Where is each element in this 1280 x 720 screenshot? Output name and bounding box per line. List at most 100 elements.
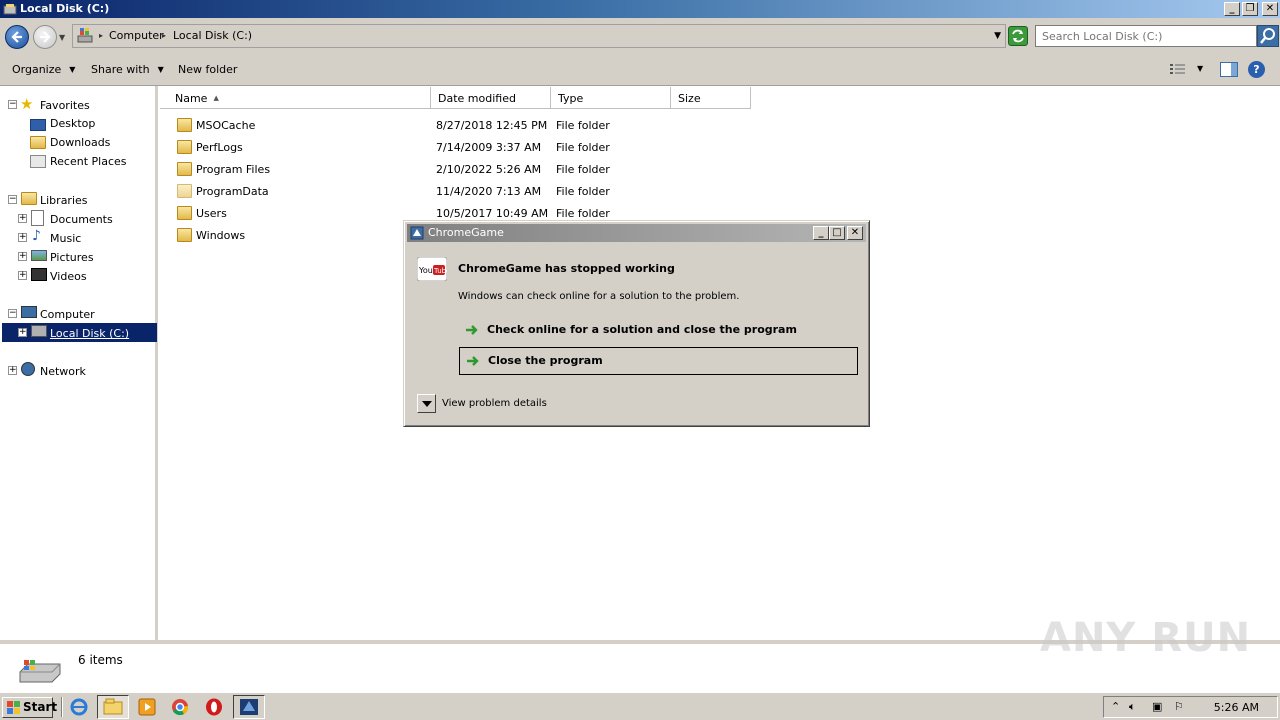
file-type: File folder <box>556 163 610 176</box>
change-view-icon[interactable] <box>1170 63 1186 75</box>
window-titlebar[interactable]: Local Disk (C:) _ ❐ ✕ <box>0 0 1280 18</box>
dialog-heading: ChromeGame has stopped working <box>458 262 675 275</box>
downloads-folder-icon <box>30 136 46 149</box>
search-field[interactable] <box>1035 25 1257 47</box>
address-bar[interactable]: ▸ Computer ▸ Local Disk (C:) ▼ <box>72 24 1006 48</box>
internet-explorer-icon[interactable] <box>68 697 90 717</box>
file-name: Users <box>196 207 227 220</box>
folder-icon <box>177 206 192 220</box>
recent-pages-dropdown[interactable]: ▼ <box>59 33 65 42</box>
column-header-date[interactable]: Date modified <box>431 87 551 109</box>
libraries-icon <box>21 192 37 205</box>
expand-icon[interactable]: + <box>18 252 27 261</box>
expand-icon[interactable]: + <box>18 233 27 242</box>
help-icon[interactable]: ? <box>1248 61 1265 78</box>
dialog-minimize-button[interactable]: _ <box>813 226 829 240</box>
search-button[interactable] <box>1257 25 1279 47</box>
breadcrumb-arrow-icon[interactable]: ▸ <box>99 31 103 40</box>
green-arrow-icon <box>466 325 478 335</box>
folder-icon <box>177 162 192 176</box>
back-button[interactable] <box>5 25 29 49</box>
address-dropdown-icon[interactable]: ▼ <box>994 31 1001 41</box>
nav-label: Favorites <box>40 99 90 112</box>
search-input[interactable] <box>1036 26 1256 46</box>
media-player-icon[interactable] <box>136 697 158 717</box>
file-row[interactable]: Program Files 2/10/2022 5:26 AM File fol… <box>172 159 672 181</box>
nav-recent-places[interactable]: Recent Places <box>30 152 127 171</box>
expand-icon[interactable]: + <box>18 271 27 280</box>
dialog-titlebar[interactable]: ChromeGame _ □ ✕ <box>407 224 866 242</box>
restore-button[interactable]: ❐ <box>1242 2 1258 16</box>
action-center-flag-icon[interactable]: ⚐ <box>1174 700 1184 713</box>
expand-icon[interactable]: + <box>18 328 27 337</box>
expand-icon[interactable]: + <box>8 366 17 375</box>
file-row[interactable]: ProgramData 11/4/2020 7:13 AM File folde… <box>172 181 672 203</box>
taskbar-chromegame-button[interactable] <box>233 695 265 719</box>
address-toolbar: ▼ ▸ Computer ▸ Local Disk (C:) ▼ <box>0 18 1280 54</box>
nav-label: Recent Places <box>50 155 127 168</box>
column-header-size[interactable]: Size <box>671 87 751 109</box>
refresh-button[interactable] <box>1008 26 1028 46</box>
breadcrumb-local-disk[interactable]: Local Disk (C:) <box>173 29 252 42</box>
nav-downloads[interactable]: Downloads <box>30 133 110 152</box>
desktop-icon <box>30 118 46 131</box>
close-button[interactable]: ✕ <box>1262 2 1278 16</box>
forward-button[interactable] <box>33 25 57 49</box>
close-program-button[interactable]: Close the program <box>459 347 858 375</box>
file-date: 7/14/2009 3:37 AM <box>436 141 542 154</box>
view-details-label[interactable]: View problem details <box>442 398 547 409</box>
opera-icon[interactable] <box>203 697 225 717</box>
view-options-dropdown-icon[interactable]: ▼ <box>1197 64 1203 73</box>
show-hidden-icons-icon[interactable]: ⌃ <box>1111 700 1120 713</box>
file-date: 10/5/2017 10:49 AM <box>436 207 549 220</box>
navigation-pane: − ★ Favorites Desktop Downloads Recent P… <box>0 86 158 640</box>
nav-desktop[interactable]: Desktop <box>30 114 95 133</box>
column-header-type[interactable]: Type <box>551 87 671 109</box>
column-header-name[interactable]: Name ▲ <box>160 87 431 109</box>
organize-label: Organize <box>12 63 62 76</box>
check-online-button[interactable]: Check online for a solution and close th… <box>459 317 858 345</box>
nav-label: Network <box>40 365 86 378</box>
collapse-icon[interactable]: − <box>8 195 17 204</box>
expand-icon[interactable]: + <box>18 214 27 223</box>
folder-icon <box>177 140 192 154</box>
chevron-down-icon: ▼ <box>69 65 76 74</box>
start-label: Start <box>23 700 58 714</box>
file-row[interactable]: MSOCache 8/27/2018 12:45 PM File folder <box>172 115 672 137</box>
folder-icon <box>177 184 192 198</box>
minimize-button[interactable]: _ <box>1224 2 1240 16</box>
chrome-icon[interactable] <box>169 697 191 717</box>
organize-menu[interactable]: Organize ▼ <box>12 63 75 76</box>
volume-icon[interactable]: 🔈︎ <box>1129 700 1136 714</box>
pictures-icon <box>31 250 47 261</box>
close-program-label: Close the program <box>488 354 603 367</box>
nav-label: Desktop <box>50 117 96 130</box>
share-with-label: Share with <box>91 63 150 76</box>
dialog-close-button[interactable]: ✕ <box>847 226 863 240</box>
file-row[interactable]: PerfLogs 7/14/2009 3:37 AM File folder <box>172 137 672 159</box>
taskbar-explorer-button[interactable] <box>97 695 129 719</box>
preview-pane-icon[interactable] <box>1220 62 1238 77</box>
breadcrumb-computer[interactable]: Computer <box>109 29 164 42</box>
network-tray-icon[interactable]: ▣ <box>1152 700 1162 713</box>
nav-label: Local Disk (C:) <box>50 327 130 340</box>
start-button[interactable]: Start <box>2 697 57 718</box>
chevron-down-icon: ▼ <box>157 65 164 74</box>
nav-local-disk[interactable]: + Local Disk (C:) <box>2 323 157 342</box>
svg-text:Tube: Tube <box>433 267 447 275</box>
dialog-title: ChromeGame <box>428 226 504 239</box>
clock[interactable]: 5:26 AM <box>1214 701 1259 714</box>
expand-details-button[interactable] <box>417 394 436 413</box>
file-type: File folder <box>556 141 610 154</box>
breadcrumb-arrow-icon[interactable]: ▸ <box>162 31 166 40</box>
collapse-icon[interactable]: − <box>8 100 17 109</box>
collapse-icon[interactable]: − <box>8 309 17 318</box>
new-folder-button[interactable]: New folder <box>178 63 237 76</box>
drive-icon <box>19 660 61 683</box>
dialog-maximize-button[interactable]: □ <box>829 226 845 240</box>
share-with-menu[interactable]: Share with ▼ <box>91 63 164 76</box>
drive-icon <box>77 28 93 43</box>
locked-folder-icon <box>177 118 192 132</box>
error-dialog: ChromeGame _ □ ✕ You Tube ChromeGame has… <box>403 220 870 427</box>
file-name: PerfLogs <box>196 141 243 154</box>
